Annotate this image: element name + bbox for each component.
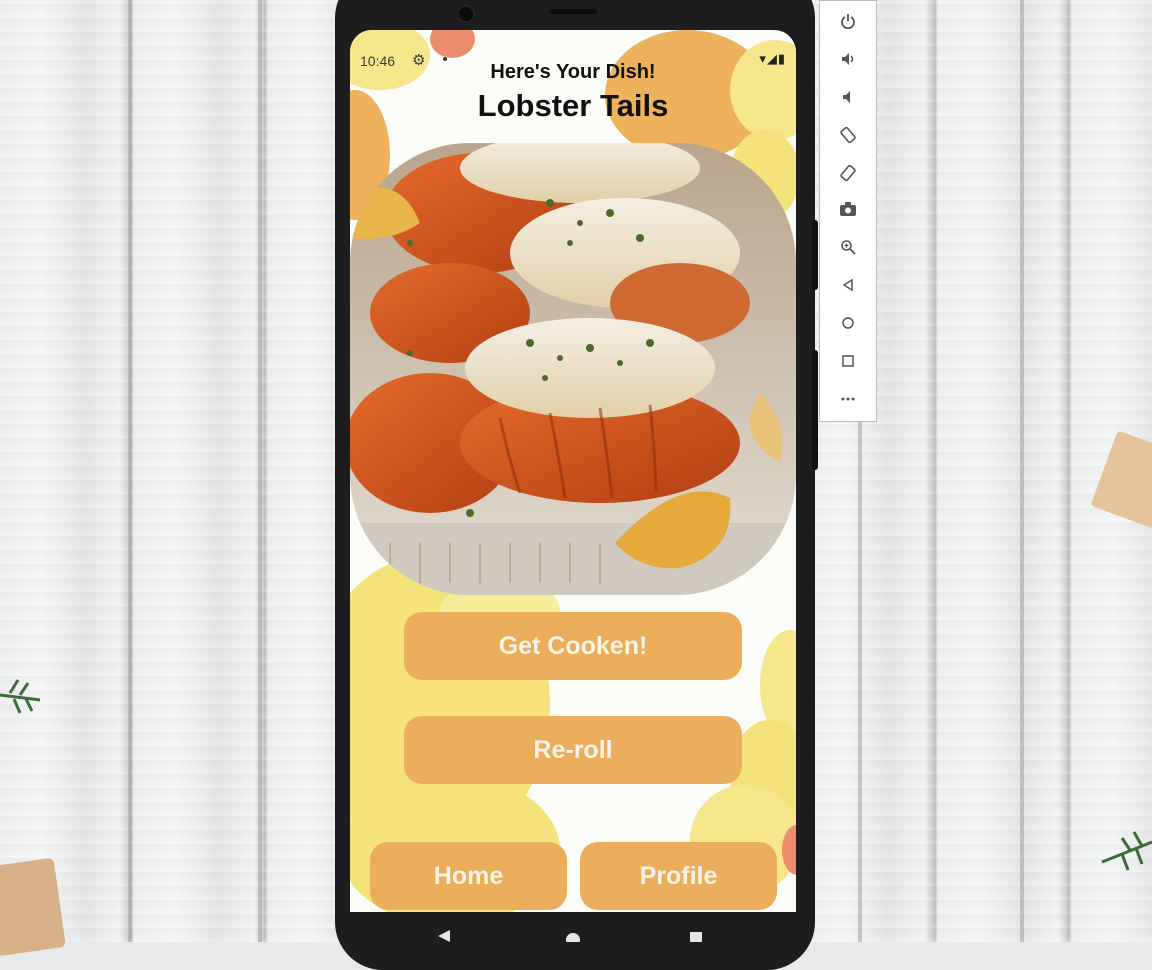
power-icon[interactable]	[820, 3, 876, 39]
dish-subtitle: Here's Your Dish!	[490, 61, 656, 83]
phone-side-button	[812, 350, 818, 470]
volume-down-icon[interactable]	[820, 79, 876, 115]
home-icon[interactable]	[820, 305, 876, 341]
rotate-right-icon[interactable]	[820, 155, 876, 191]
phone-camera	[457, 5, 475, 23]
rotate-left-icon[interactable]	[820, 117, 876, 153]
herb-decoration	[0, 679, 41, 714]
get-cooking-button[interactable]: Get Cooken!	[404, 612, 742, 680]
zoom-icon[interactable]	[820, 229, 876, 265]
more-icon[interactable]	[820, 381, 876, 417]
phone-speaker	[549, 9, 597, 14]
back-icon[interactable]	[820, 267, 876, 303]
plank-seam	[258, 0, 262, 942]
dish-title: Lobster Tails	[477, 88, 669, 123]
status-bar: 10:46 ⚙ ▾◢▮	[350, 30, 796, 69]
plank-seam	[1020, 0, 1024, 942]
app-screen: 10:46 ⚙ ▾◢▮ Here's Your Dish! Lobster Ta…	[350, 30, 796, 915]
nav-overview-icon[interactable]	[690, 932, 702, 944]
profile-button[interactable]: Profile	[580, 842, 777, 910]
android-nav-bar	[350, 912, 796, 947]
plank-seam	[128, 0, 132, 942]
volume-up-icon[interactable]	[820, 41, 876, 77]
reroll-button[interactable]: Re-roll	[404, 716, 742, 784]
phone-side-button	[812, 220, 818, 290]
overview-icon[interactable]	[820, 343, 876, 379]
lobster-tails-photo	[350, 143, 796, 595]
nav-home-icon[interactable]	[566, 933, 580, 947]
nav-back-icon[interactable]	[438, 930, 450, 942]
herb-decoration	[1101, 831, 1152, 871]
emulator-toolbar	[819, 0, 877, 422]
camera-icon[interactable]	[820, 191, 876, 227]
home-button[interactable]: Home	[370, 842, 567, 910]
